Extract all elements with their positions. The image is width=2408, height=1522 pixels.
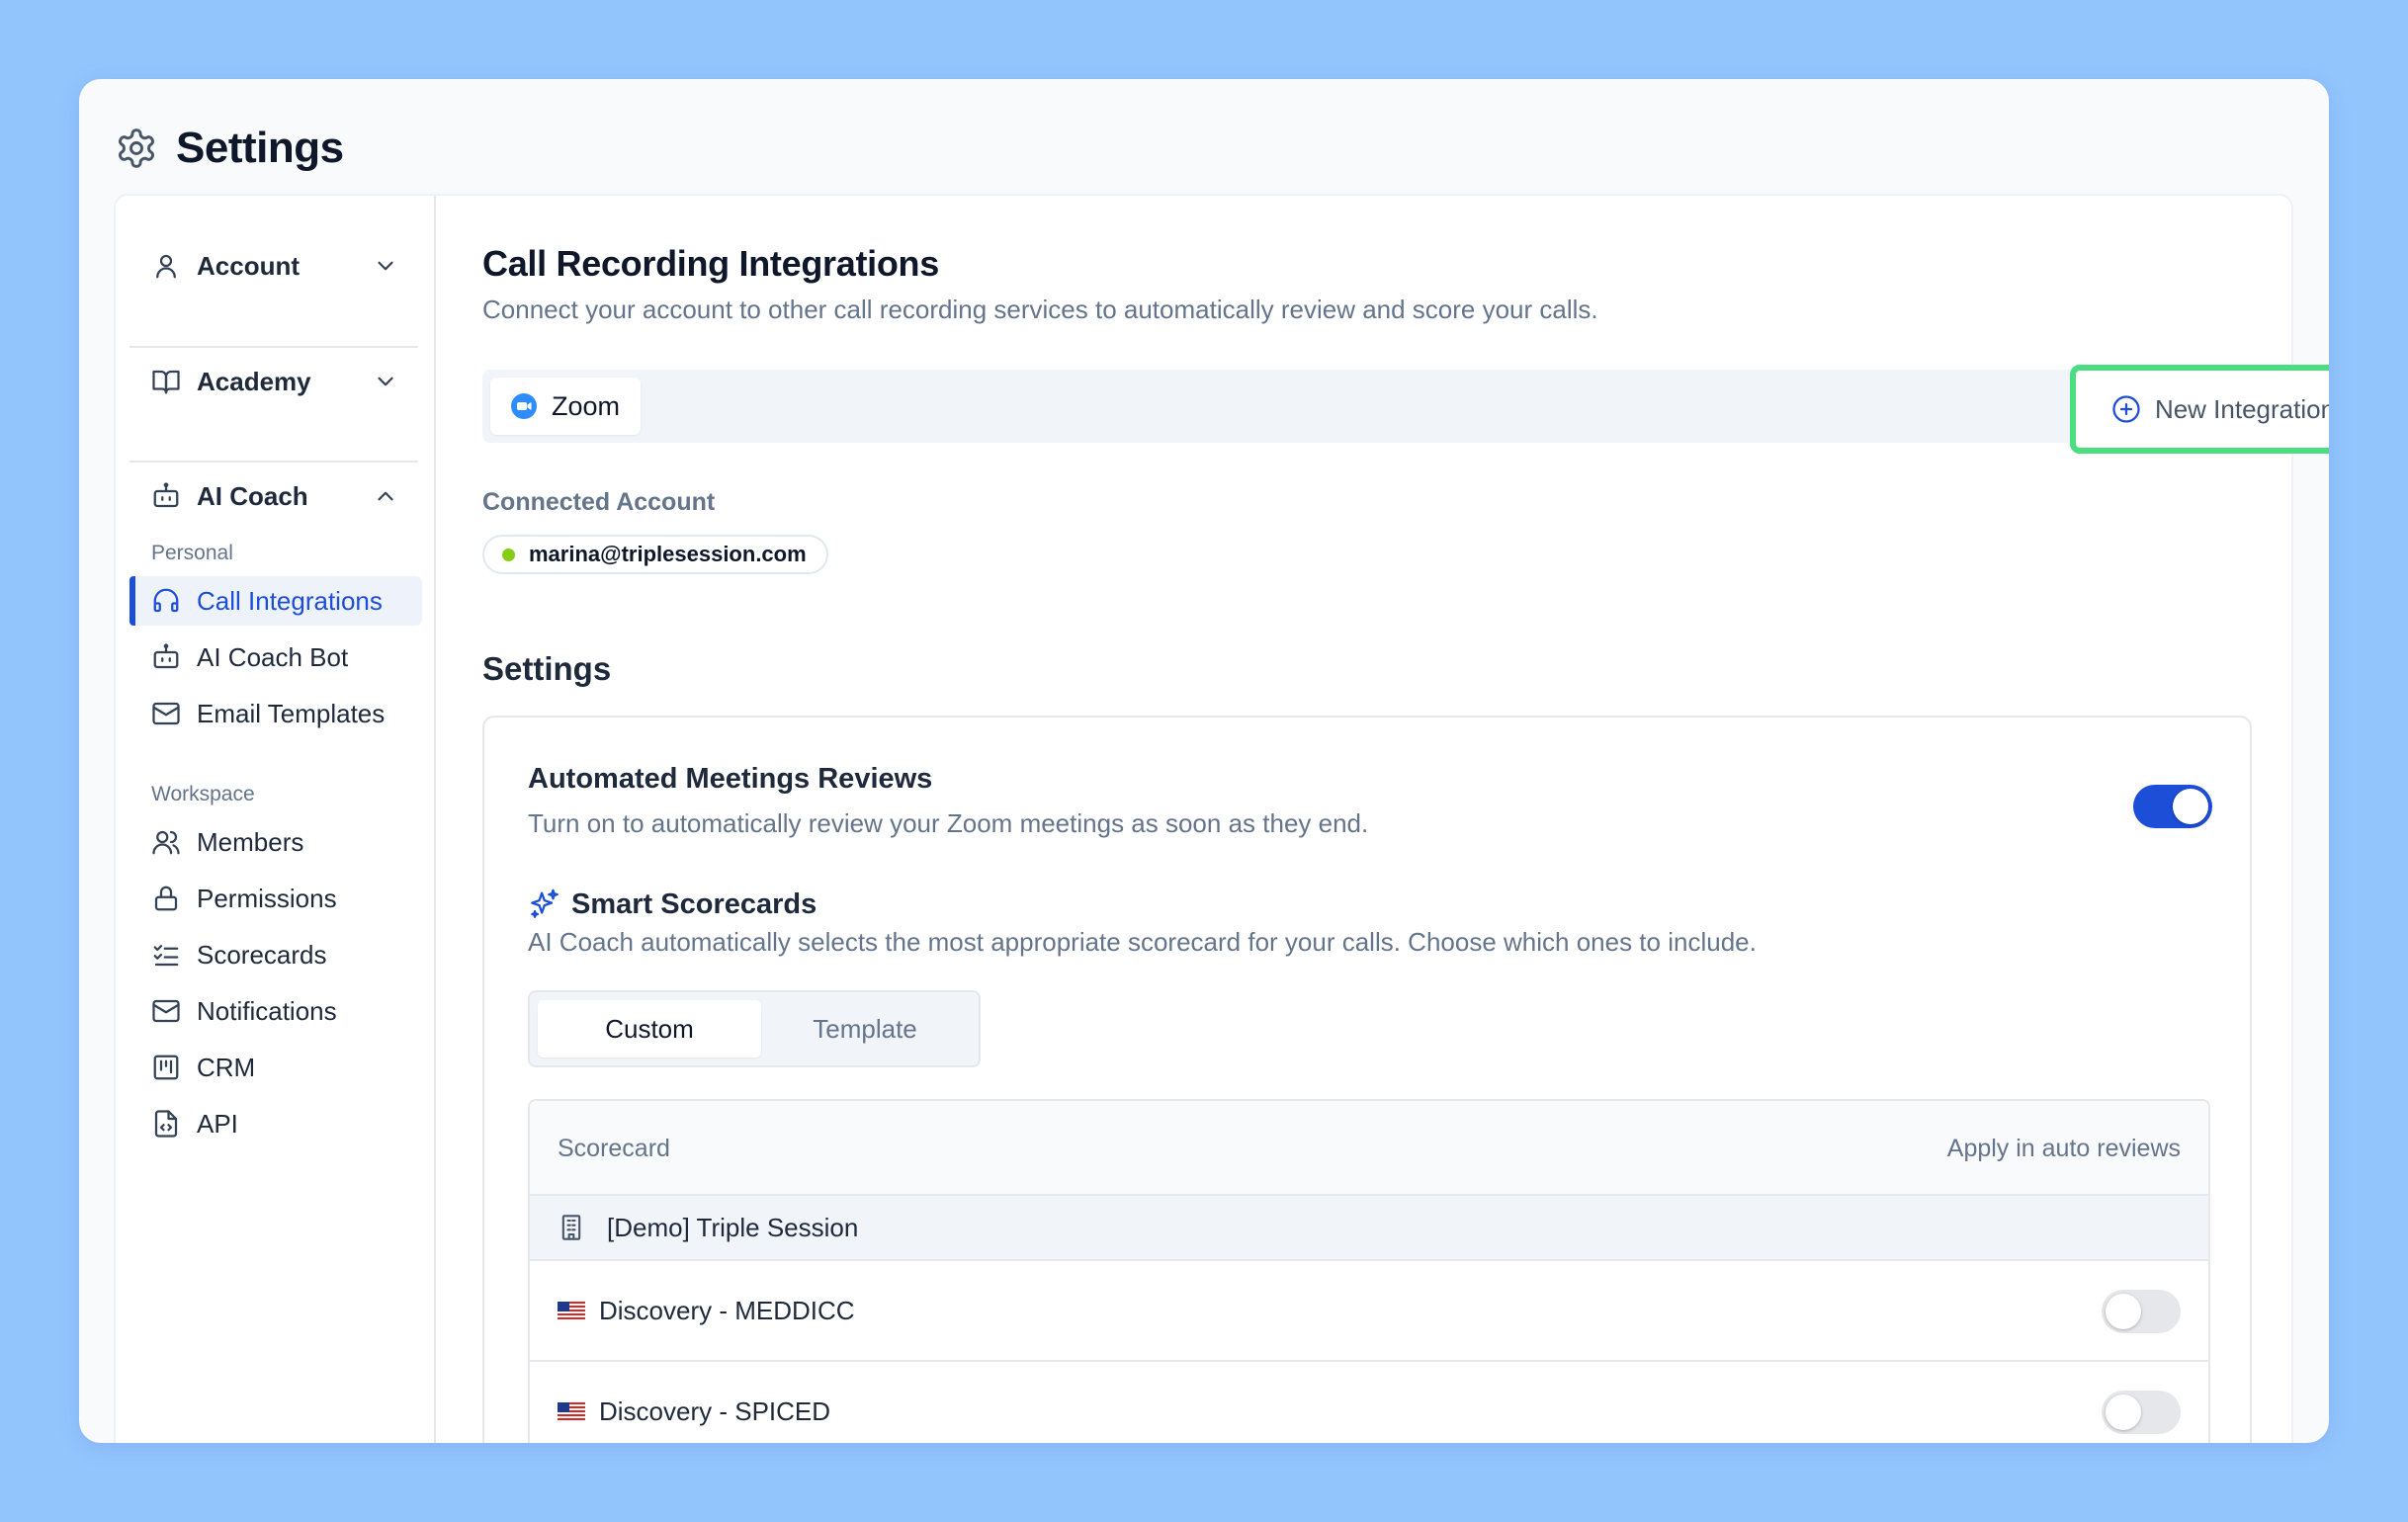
building-icon: [561, 1215, 581, 1240]
sidebar-item-ai-coach-bot[interactable]: AI Coach Bot: [129, 633, 422, 682]
sidebar-item-label: Notifications: [197, 995, 337, 1026]
automated-reviews-toggle[interactable]: [2133, 785, 2212, 828]
bot-icon: [153, 482, 179, 508]
sidebar-section-label: Account: [197, 250, 300, 281]
toggle-knob: [2173, 789, 2208, 824]
smart-scorecards-description: AI Coach automatically selects the most …: [528, 927, 1757, 957]
new-integration-button[interactable]: New Integration: [2070, 365, 2329, 454]
user-icon: [156, 254, 176, 279]
column-header-apply: Apply in auto reviews: [1946, 1135, 2181, 1162]
apply-auto-review-toggle[interactable]: [2102, 1391, 2181, 1434]
sidebar-section-academy[interactable]: Academy: [129, 349, 418, 414]
sidebar-item-label: Permissions: [197, 883, 337, 913]
sidebar-divider: [129, 461, 418, 463]
settings-panel: Account Academy AI Coach Personal Call I…: [114, 194, 2329, 1443]
column-header-scorecard: Scorecard: [558, 1135, 670, 1162]
scorecard-name: Discovery - MEDDICC: [599, 1295, 855, 1325]
sidebar-item-label: API: [197, 1108, 238, 1139]
group-label: [Demo] Triple Session: [607, 1212, 859, 1242]
headset-icon: [153, 588, 179, 613]
sidebar-section-account[interactable]: Account: [129, 233, 418, 298]
apply-auto-review-toggle[interactable]: [2102, 1290, 2181, 1333]
section-subtitle: Connect your account to other call recor…: [482, 295, 1598, 324]
settings-window: Settings Account Academy AI Coach Person: [79, 79, 2329, 1443]
automated-reviews-title: Automated Meetings Reviews: [528, 763, 933, 795]
sidebar-group-workspace: Workspace: [151, 783, 255, 805]
connected-account-badge: marina@triplesession.com: [482, 535, 828, 574]
sidebar-section-label: Academy: [197, 366, 311, 396]
tab-label: Zoom: [552, 390, 621, 421]
tab-template[interactable]: Template: [753, 1000, 977, 1057]
sidebar-item-permissions[interactable]: Permissions: [129, 874, 422, 923]
book-icon: [152, 370, 180, 394]
chevron-down-icon: [378, 377, 393, 386]
sidebar-divider: [129, 346, 418, 348]
sidebar-item-label: Email Templates: [197, 698, 386, 728]
sidebar-item-api[interactable]: API: [129, 1099, 422, 1148]
sidebar-item-label: CRM: [197, 1052, 256, 1082]
smart-scorecards-title: Smart Scorecards: [571, 888, 817, 920]
table-header: Scorecard Apply in auto reviews: [530, 1101, 2208, 1196]
file-code-icon: [154, 1110, 178, 1138]
sidebar-section-label: AI Coach: [197, 480, 308, 511]
tab-zoom[interactable]: Zoom: [490, 378, 641, 435]
toggle-knob: [2106, 1395, 2141, 1430]
sidebar-item-label: Members: [197, 826, 304, 857]
sidebar-item-scorecards[interactable]: Scorecards: [129, 930, 422, 979]
sidebar-item-call-integrations[interactable]: Call Integrations: [129, 576, 422, 626]
settings-card: Automated Meetings Reviews Turn on to au…: [482, 716, 2252, 1443]
sidebar-item-notifications[interactable]: Notifications: [129, 986, 422, 1036]
lock-icon: [154, 886, 178, 911]
sidebar-section-ai-coach[interactable]: AI Coach: [129, 464, 418, 529]
checklist-icon: [153, 945, 179, 967]
bot-icon: [153, 643, 179, 669]
zoom-icon: [511, 393, 537, 419]
new-integration-label: New Integration: [2154, 393, 2329, 424]
chevron-down-icon: [378, 261, 393, 271]
us-flag-icon: [558, 1402, 585, 1420]
table-row: Discovery - MEDDICC: [530, 1261, 2208, 1362]
table-row: Discovery - SPICED: [530, 1362, 2208, 1443]
connected-account-label: Connected Account: [482, 488, 716, 516]
toggle-knob: [2106, 1294, 2141, 1329]
sidebar-group-personal: Personal: [151, 542, 233, 564]
gear-icon: [119, 128, 154, 168]
sidebar-item-label: AI Coach Bot: [197, 641, 349, 672]
kanban-icon: [153, 1055, 179, 1080]
settings-heading: Settings: [482, 650, 612, 687]
status-dot: [502, 548, 515, 561]
automated-reviews-description: Turn on to automatically review your Zoo…: [528, 808, 1369, 838]
users-icon: [152, 830, 180, 855]
scorecard-name: Discovery - SPICED: [599, 1395, 831, 1426]
sidebar-item-crm[interactable]: CRM: [129, 1043, 422, 1092]
window-header: Settings: [115, 115, 344, 182]
smart-scorecards-header: Smart Scorecards: [528, 888, 817, 921]
sidebar-item-label: Call Integrations: [197, 585, 383, 616]
sidebar-item-members[interactable]: Members: [129, 817, 422, 867]
sparkles-icon: [531, 888, 559, 918]
mail-icon: [152, 999, 180, 1023]
page-title: Settings: [176, 124, 344, 172]
plus-circle-icon: [2112, 395, 2140, 423]
integration-tabs: Zoom: [482, 370, 2247, 443]
chevron-up-icon: [378, 491, 393, 501]
us-flag-icon: [558, 1302, 585, 1319]
sidebar-item-email-templates[interactable]: Email Templates: [129, 689, 422, 738]
sidebar: Account Academy AI Coach Personal Call I…: [116, 196, 436, 1443]
mail-icon: [152, 702, 180, 725]
section-title: Call Recording Integrations: [482, 243, 939, 284]
tab-custom[interactable]: Custom: [538, 1000, 761, 1057]
scorecards-table: Scorecard Apply in auto reviews [Demo] T…: [528, 1099, 2210, 1443]
sidebar-item-label: Scorecards: [197, 939, 327, 970]
table-group-row: [Demo] Triple Session: [530, 1196, 2208, 1261]
main-content: Call Recording Integrations Connect your…: [438, 196, 2329, 1443]
connected-account-email: marina@triplesession.com: [529, 542, 807, 566]
scorecard-type-tabs: Custom Template: [528, 990, 981, 1067]
